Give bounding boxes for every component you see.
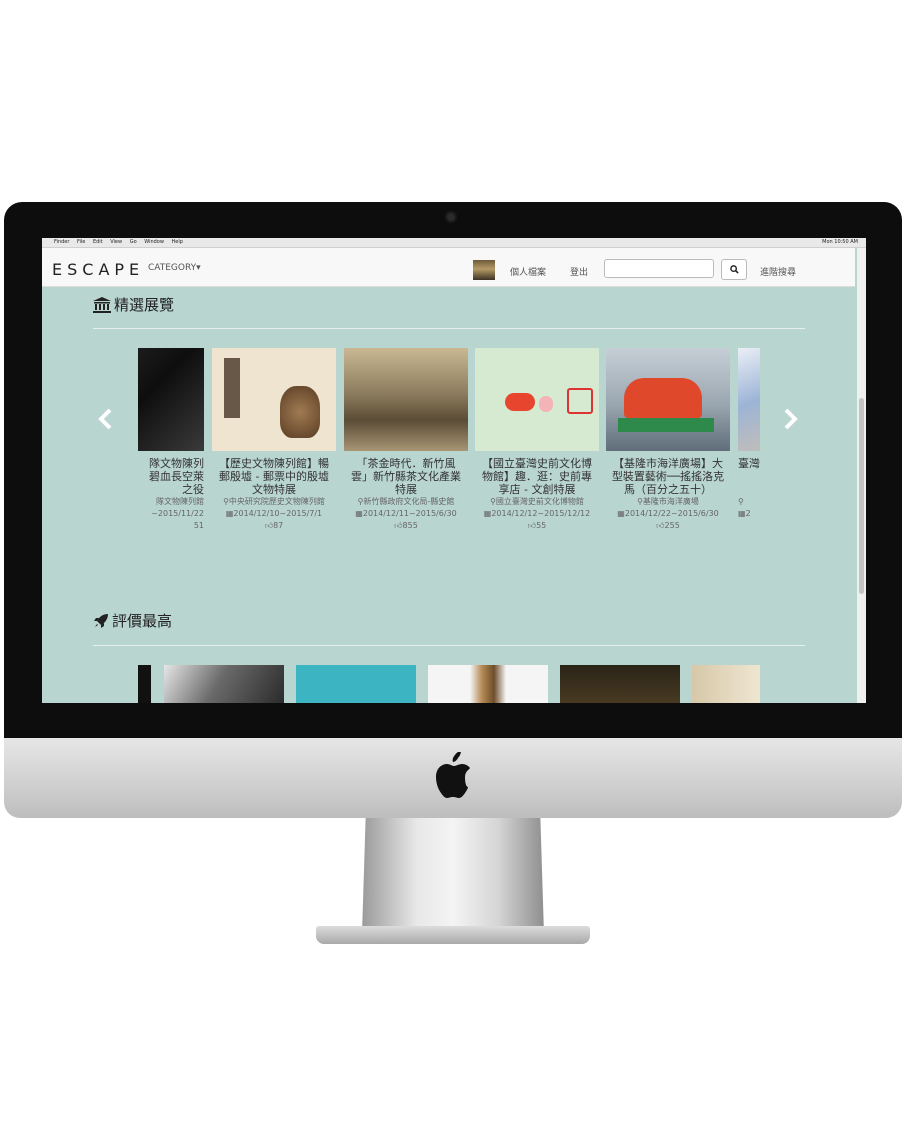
- rated-card-image[interactable]: [138, 665, 151, 703]
- screen: Finder File Edit View Go Window Help Mon…: [42, 238, 866, 703]
- site-logo[interactable]: ESCAPE: [52, 260, 144, 279]
- exhibition-date: ▦2014/12/11~2015/6/30: [355, 509, 457, 518]
- calendar-icon: ▦: [617, 509, 625, 518]
- calendar-icon: ▦: [355, 509, 363, 518]
- museum-icon: [93, 296, 111, 313]
- exhibition-date: ▦2014/12/10~2015/7/1: [225, 509, 323, 518]
- exhibition-image: [212, 348, 336, 451]
- navbar: ESCAPE CATEGORY▾ 個人檔案 登出 進階搜尋: [42, 248, 855, 287]
- exhibition-title: 臺灣: [738, 457, 760, 470]
- chevron-right-icon: [784, 408, 798, 430]
- logout-link[interactable]: 登出: [570, 265, 588, 278]
- menu-window[interactable]: Window: [144, 239, 164, 245]
- thumbs-up-icon: 👍︎: [656, 521, 665, 530]
- exhibition-date: ▦2014/12/22~2015/6/30: [617, 509, 719, 518]
- product-illustration: [505, 393, 535, 411]
- exhibition-likes: 👍︎87: [264, 521, 284, 530]
- menu-file[interactable]: File: [77, 239, 85, 245]
- location-icon: ⚲: [738, 497, 744, 506]
- exhibition-title: 「茶金時代．新竹風 雲」新竹縣茶文化產業 特展: [351, 457, 461, 496]
- menu-edit[interactable]: Edit: [93, 239, 103, 245]
- thumbs-up-icon: 👍︎: [527, 521, 537, 530]
- exhibition-date: ~2015/11/22: [151, 509, 204, 518]
- search-button[interactable]: [721, 259, 747, 280]
- platform-illustration: [618, 418, 714, 432]
- monitor-foot: [316, 926, 590, 944]
- rocket-icon: [94, 613, 108, 628]
- camera: [447, 213, 455, 221]
- exhibition-image: [138, 348, 204, 451]
- rated-card-image[interactable]: [296, 665, 416, 703]
- monitor-stand: [362, 818, 544, 934]
- avatar[interactable]: [473, 260, 495, 280]
- exhibition-likes: 👍︎255: [656, 521, 680, 530]
- exhibition-likes: 51: [193, 521, 204, 530]
- menu-help[interactable]: Help: [172, 239, 183, 245]
- exhibition-title: 隊文物陳列 碧血長空萊 之役: [149, 457, 204, 496]
- scrollbar-thumb[interactable]: [859, 398, 864, 594]
- carousel-next-button[interactable]: [783, 404, 799, 437]
- exhibition-card[interactable]: 隊文物陳列 碧血長空萊 之役 隊文物陳列館 ~2015/11/22 51: [138, 348, 204, 532]
- exhibition-place: ⚲中央研究院歷史文物陳列館: [223, 497, 325, 506]
- exhibition-place: ⚲基隆市海洋廣場: [637, 497, 699, 506]
- exhibition-likes: 👍︎55: [527, 521, 547, 530]
- profile-link[interactable]: 個人檔案: [510, 265, 546, 278]
- menu-go[interactable]: Go: [130, 239, 137, 245]
- exhibition-place: ⚲新竹縣政府文化局-縣史館: [357, 497, 455, 506]
- featured-title: 精選展覽: [114, 296, 175, 314]
- exhibition-place: ⚲: [738, 496, 760, 508]
- menu-finder[interactable]: Finder: [54, 239, 69, 245]
- exhibition-card[interactable]: 【國立臺灣史前文化博 物館】趣．逛：史前專 享店 - 文創特展 ⚲國立臺灣史前文…: [475, 348, 599, 532]
- exhibition-likes: 👍︎855: [394, 521, 418, 530]
- rocking-horse-illustration: [624, 378, 702, 418]
- rated-card-image[interactable]: [692, 665, 760, 703]
- featured-divider: [93, 328, 805, 329]
- stamp-artifact-illustration: [280, 386, 320, 438]
- product-illustration: [567, 388, 593, 414]
- exhibition-image: [606, 348, 730, 451]
- rated-divider: [93, 645, 805, 646]
- rated-card-image[interactable]: [164, 665, 284, 703]
- search-input[interactable]: [604, 259, 714, 278]
- rated-carousel: [138, 665, 760, 703]
- featured-carousel: 隊文物陳列 碧血長空萊 之役 隊文物陳列館 ~2015/11/22 51 【歷史…: [138, 348, 760, 548]
- mac-menubar: Finder File Edit View Go Window Help Mon…: [42, 238, 866, 248]
- menubar-clock: Mon 10:50 AM: [822, 239, 858, 245]
- search-icon: [729, 265, 739, 274]
- rated-card-image[interactable]: [560, 665, 680, 703]
- carousel-prev-button[interactable]: [97, 404, 113, 437]
- thumbs-up-icon: 👍︎: [394, 521, 403, 530]
- exhibition-card[interactable]: 【基隆市海洋廣場】大 型裝置藝術──搖搖洛克 馬（百分之五十） ⚲基隆市海洋廣場…: [606, 348, 730, 532]
- exhibition-place: ⚲國立臺灣史前文化博物館: [490, 497, 584, 506]
- exhibition-date: ▦2: [738, 509, 751, 518]
- featured-heading: 精選展覽: [93, 294, 174, 315]
- exhibition-date: ▦2014/12/12~2015/12/12: [483, 509, 591, 518]
- exhibition-card[interactable]: 【歷史文物陳列館】暢 郵殷墟 - 郵票中的殷墟 文物特展 ⚲中央研究院歷史文物陳…: [212, 348, 336, 532]
- exhibition-image: [344, 348, 468, 451]
- category-dropdown[interactable]: CATEGORY▾: [148, 263, 201, 273]
- apple-logo-icon: [436, 752, 470, 798]
- chevron-left-icon: [98, 408, 112, 430]
- exhibition-card[interactable]: 臺灣 ⚲ ▦2: [738, 348, 760, 520]
- exhibition-card[interactable]: 「茶金時代．新竹風 雲」新竹縣茶文化產業 特展 ⚲新竹縣政府文化局-縣史館 ▦2…: [344, 348, 468, 532]
- exhibition-title: 【基隆市海洋廣場】大 型裝置藝術──搖搖洛克 馬（百分之五十）: [611, 457, 725, 496]
- poster-text-block: [224, 358, 240, 418]
- exhibition-title: 【國立臺灣史前文化博 物館】趣．逛：史前專 享店 - 文創特展: [482, 457, 592, 496]
- calendar-icon: ▦: [738, 509, 746, 518]
- exhibition-place: 隊文物陳列館: [156, 497, 204, 506]
- product-illustration: [539, 396, 553, 412]
- rated-card-image[interactable]: [428, 665, 548, 703]
- rated-heading: 評價最高: [93, 610, 172, 631]
- scrollbar[interactable]: [857, 248, 866, 703]
- rated-title: 評價最高: [112, 612, 173, 630]
- exhibition-image: [475, 348, 599, 451]
- menu-view[interactable]: View: [110, 239, 122, 245]
- thumbs-up-icon: 👍︎: [264, 521, 274, 530]
- exhibition-title: 【歷史文物陳列館】暢 郵殷墟 - 郵票中的殷墟 文物特展: [219, 457, 329, 496]
- exhibition-image: [738, 348, 760, 451]
- advanced-search-link[interactable]: 進階搜尋: [760, 265, 796, 278]
